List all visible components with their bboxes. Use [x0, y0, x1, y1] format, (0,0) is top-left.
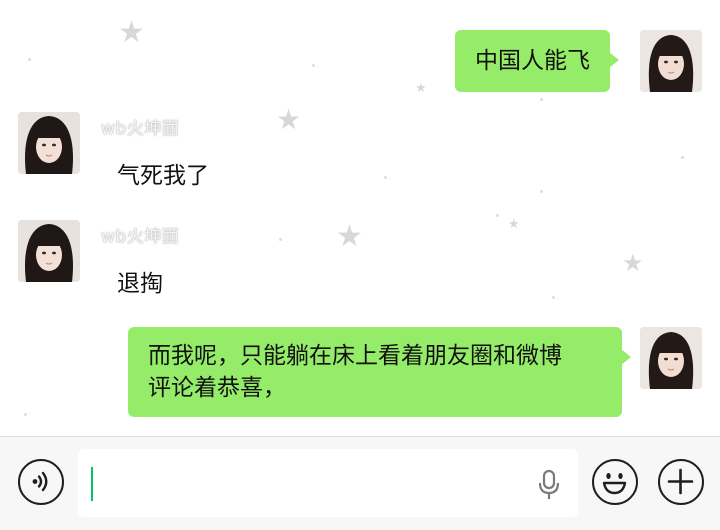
dot-decoration — [384, 176, 387, 179]
star-decoration: ★ — [415, 81, 427, 96]
star-decoration: ★ — [508, 217, 520, 232]
message-text-line: 而我呢，只能躺在床上看着朋友圈和微博 — [148, 343, 562, 369]
plus-icon — [667, 468, 694, 495]
message-text-line: 评论着恭喜， — [148, 375, 286, 401]
dot-decoration — [496, 214, 499, 217]
voice-button[interactable] — [18, 459, 64, 505]
sender-name: wb火坤面 — [101, 227, 180, 247]
microphone-icon[interactable] — [536, 469, 562, 501]
incoming-message-text[interactable]: 气死我了 — [117, 156, 209, 190]
voice-icon — [32, 471, 48, 492]
self-avatar[interactable] — [640, 327, 702, 389]
outgoing-message-bubble[interactable]: 而我呢，只能躺在床上看着朋友圈和微博 评论着恭喜， — [128, 327, 631, 417]
plus-button[interactable] — [658, 459, 704, 505]
star-decoration: ★ — [276, 103, 302, 136]
text-caret — [91, 467, 93, 501]
outgoing-message-bubble[interactable]: 中国人能飞 — [455, 30, 619, 92]
dot-decoration — [24, 413, 27, 416]
dot-decoration — [552, 296, 555, 299]
dot-decoration — [28, 58, 31, 61]
message-input[interactable] — [78, 449, 578, 517]
contact-avatar[interactable] — [18, 112, 80, 174]
message-text: 中国人能飞 — [475, 48, 590, 74]
dot-decoration — [279, 238, 282, 241]
sender-name: wb火坤面 — [101, 119, 180, 139]
self-avatar[interactable] — [640, 30, 702, 92]
dot-decoration — [681, 156, 684, 159]
contact-avatar[interactable] — [18, 220, 80, 282]
emoji-button[interactable] — [592, 459, 638, 505]
chat-area: ★ ★ ★ ★ ★ ★ 中国人能飞 wb火坤面 气死我了 wb火坤面 退掏 而我… — [0, 0, 720, 436]
dot-decoration — [312, 64, 315, 67]
dot-decoration — [540, 98, 543, 101]
incoming-message-text[interactable]: 退掏 — [117, 264, 163, 298]
star-decoration: ★ — [622, 249, 644, 277]
dot-decoration — [540, 190, 543, 193]
input-bar — [0, 436, 720, 530]
star-decoration: ★ — [336, 219, 363, 254]
star-decoration: ★ — [118, 15, 145, 50]
emoji-icon — [602, 473, 627, 495]
